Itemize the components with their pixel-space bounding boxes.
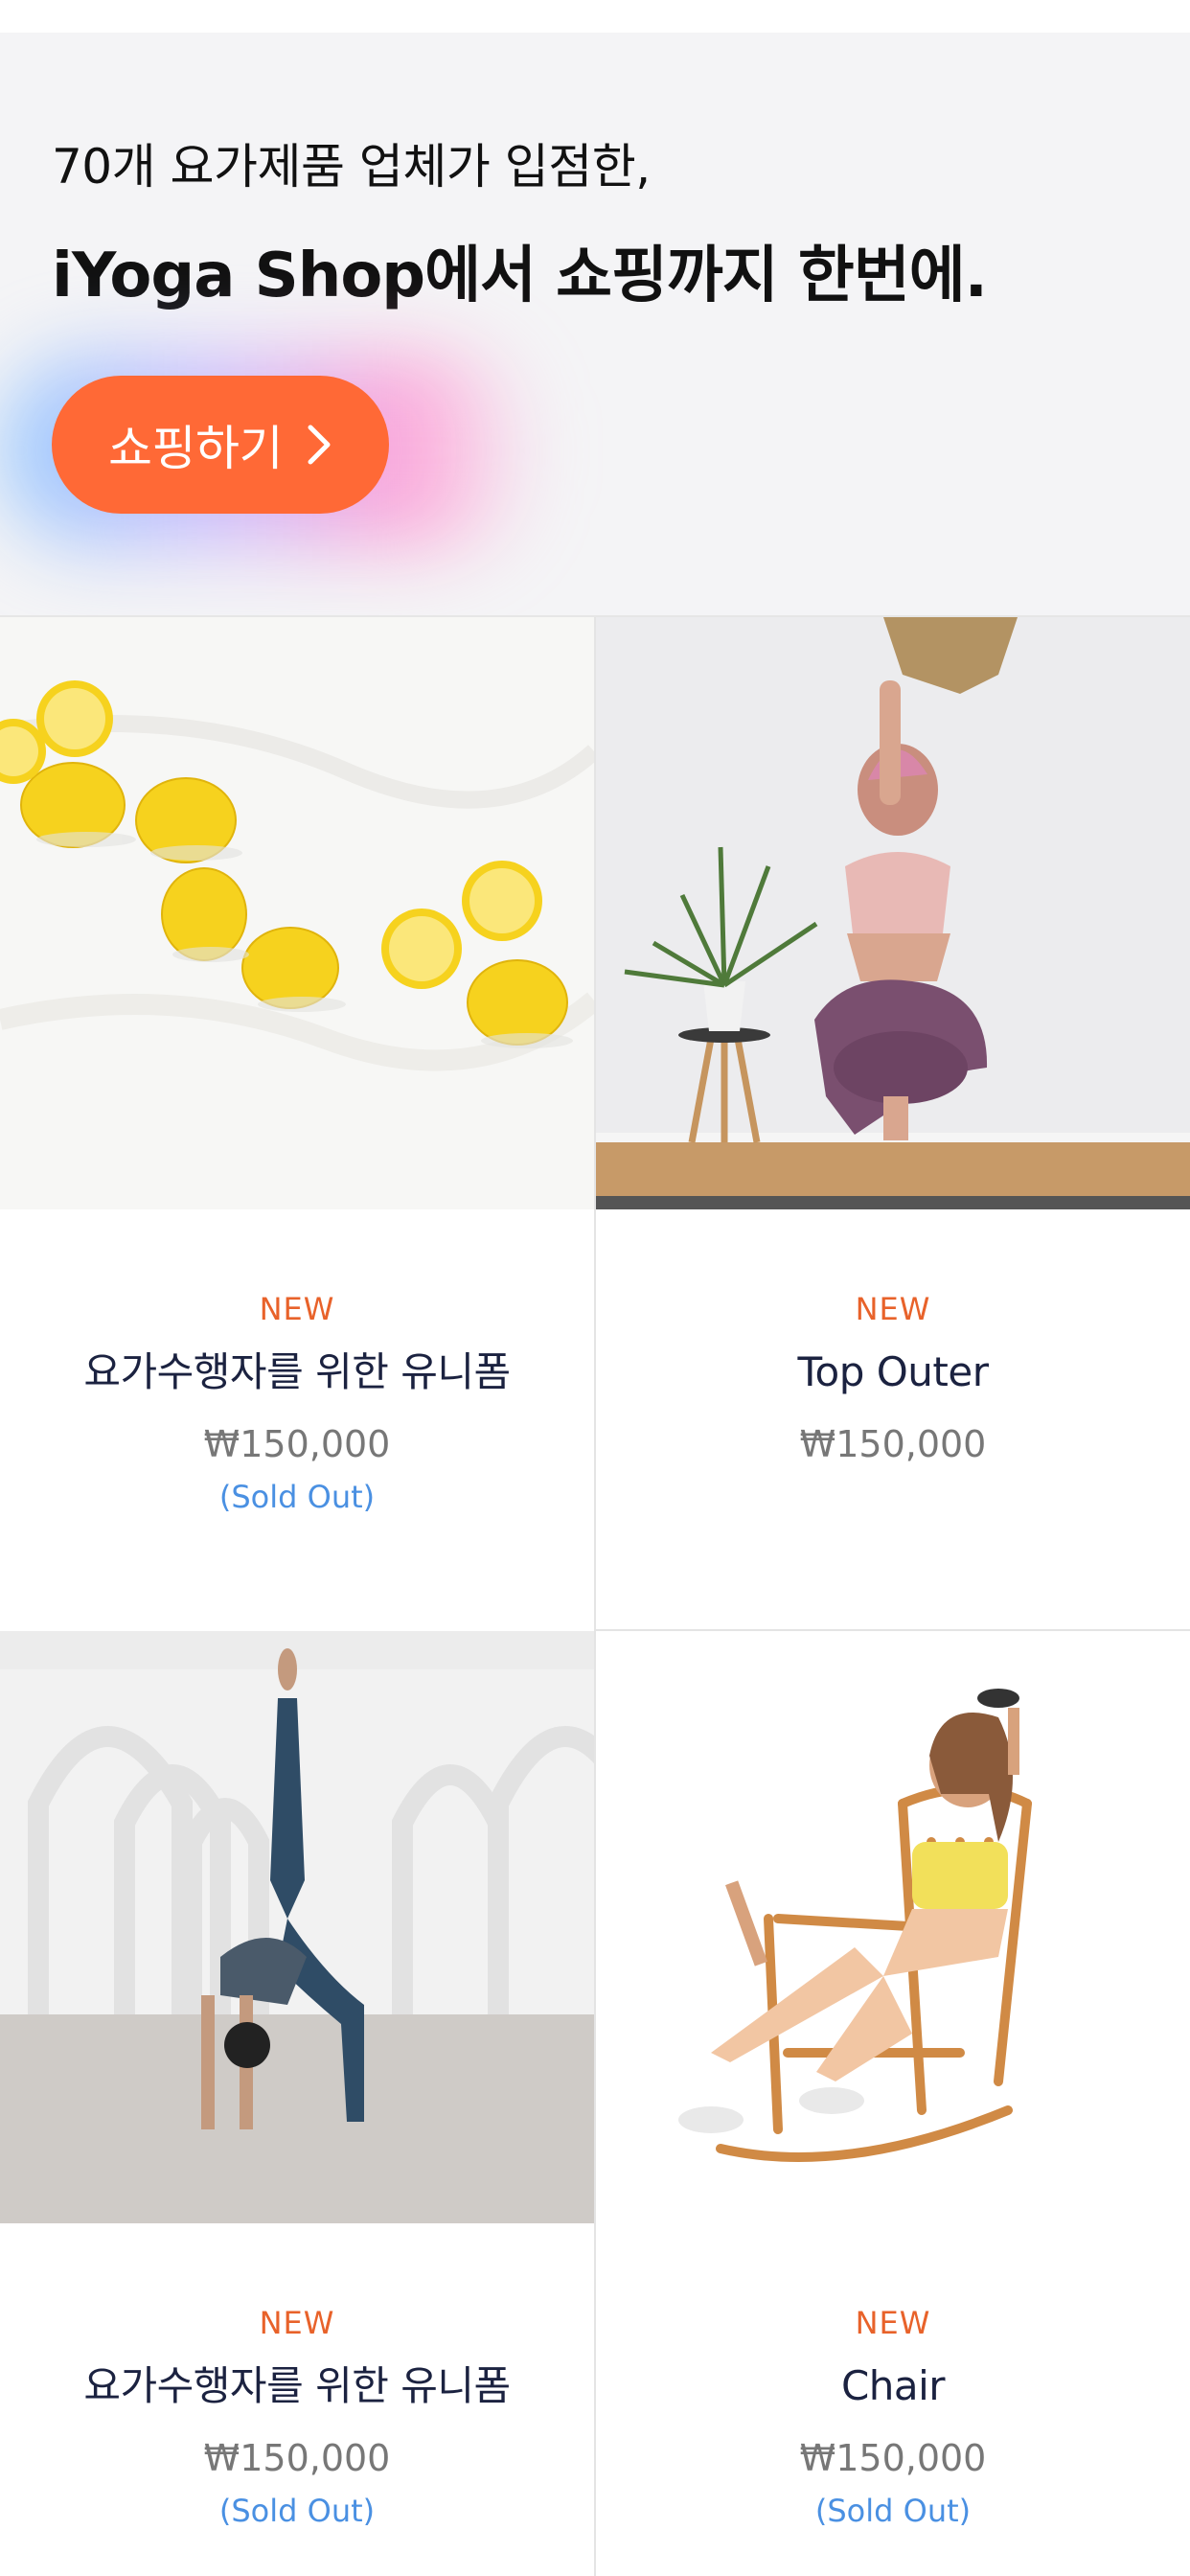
product-card[interactable]: NEW Chair ₩150,000 (Sold Out) — [596, 1631, 1190, 2576]
product-price: ₩150,000 — [203, 1423, 391, 1465]
product-name[interactable]: Chair — [596, 2359, 1190, 2413]
grid-column-divider — [594, 617, 596, 2576]
yoga-wheel-pose-photo[interactable] — [0, 1631, 594, 2223]
sold-out-label — [596, 1476, 1190, 1518]
new-badge: NEW — [259, 1291, 335, 1327]
lemons-photo[interactable] — [0, 617, 594, 1209]
shop-now-button[interactable]: 쇼핑하기 — [52, 376, 389, 514]
product-grid: NEW 요가수행자를 위한 유니폼 ₩150,000 (Sold Out) NE… — [0, 615, 1190, 2576]
yoga-eagle-pose-photo[interactable] — [596, 617, 1190, 1209]
product-card[interactable]: NEW 요가수행자를 위한 유니폼 ₩150,000 (Sold Out) — [0, 617, 594, 1631]
new-badge: NEW — [259, 2305, 335, 2341]
sold-out-label: (Sold Out) — [814, 2493, 972, 2529]
product-price: ₩150,000 — [203, 2437, 391, 2479]
hero-subtitle: 70개 요가제품 업체가 입점한, — [52, 139, 651, 195]
product-info: NEW 요가수행자를 위한 유니폼 ₩150,000 (Sold Out) — [0, 2302, 594, 2532]
woman-rocking-chair-photo[interactable] — [596, 1631, 1190, 2223]
page: 70개 요가제품 업체가 입점한, iYoga Shop에서 쇼핑까지 한번에.… — [0, 0, 1190, 2576]
shop-now-label: 쇼핑하기 — [108, 421, 284, 476]
chevron-right-icon — [308, 425, 331, 465]
product-card[interactable]: NEW 요가수행자를 위한 유니폼 ₩150,000 (Sold Out) — [0, 1631, 594, 2576]
new-badge: NEW — [855, 1291, 931, 1327]
product-card[interactable]: NEW Top Outer ₩150,000 — [596, 617, 1190, 1631]
product-info: NEW 요가수행자를 위한 유니폼 ₩150,000 (Sold Out) — [0, 1288, 594, 1518]
sold-out-label: (Sold Out) — [218, 1479, 376, 1515]
hero-banner: 70개 요가제품 업체가 입점한, iYoga Shop에서 쇼핑까지 한번에.… — [0, 33, 1190, 615]
product-name[interactable]: 요가수행자를 위한 유니폼 — [0, 1346, 594, 1399]
product-price: ₩150,000 — [799, 2437, 987, 2479]
new-badge: NEW — [855, 2305, 931, 2341]
product-price: ₩150,000 — [799, 1423, 987, 1465]
hero-title: iYoga Shop에서 쇼핑까지 한번에. — [52, 241, 988, 311]
product-name[interactable]: 요가수행자를 위한 유니폼 — [0, 2359, 594, 2413]
sold-out-label: (Sold Out) — [218, 2493, 376, 2529]
product-info: NEW Chair ₩150,000 (Sold Out) — [596, 2302, 1190, 2532]
product-name[interactable]: Top Outer — [596, 1346, 1190, 1399]
grid-row-divider — [594, 1629, 1190, 1631]
product-info: NEW Top Outer ₩150,000 — [596, 1288, 1190, 1518]
